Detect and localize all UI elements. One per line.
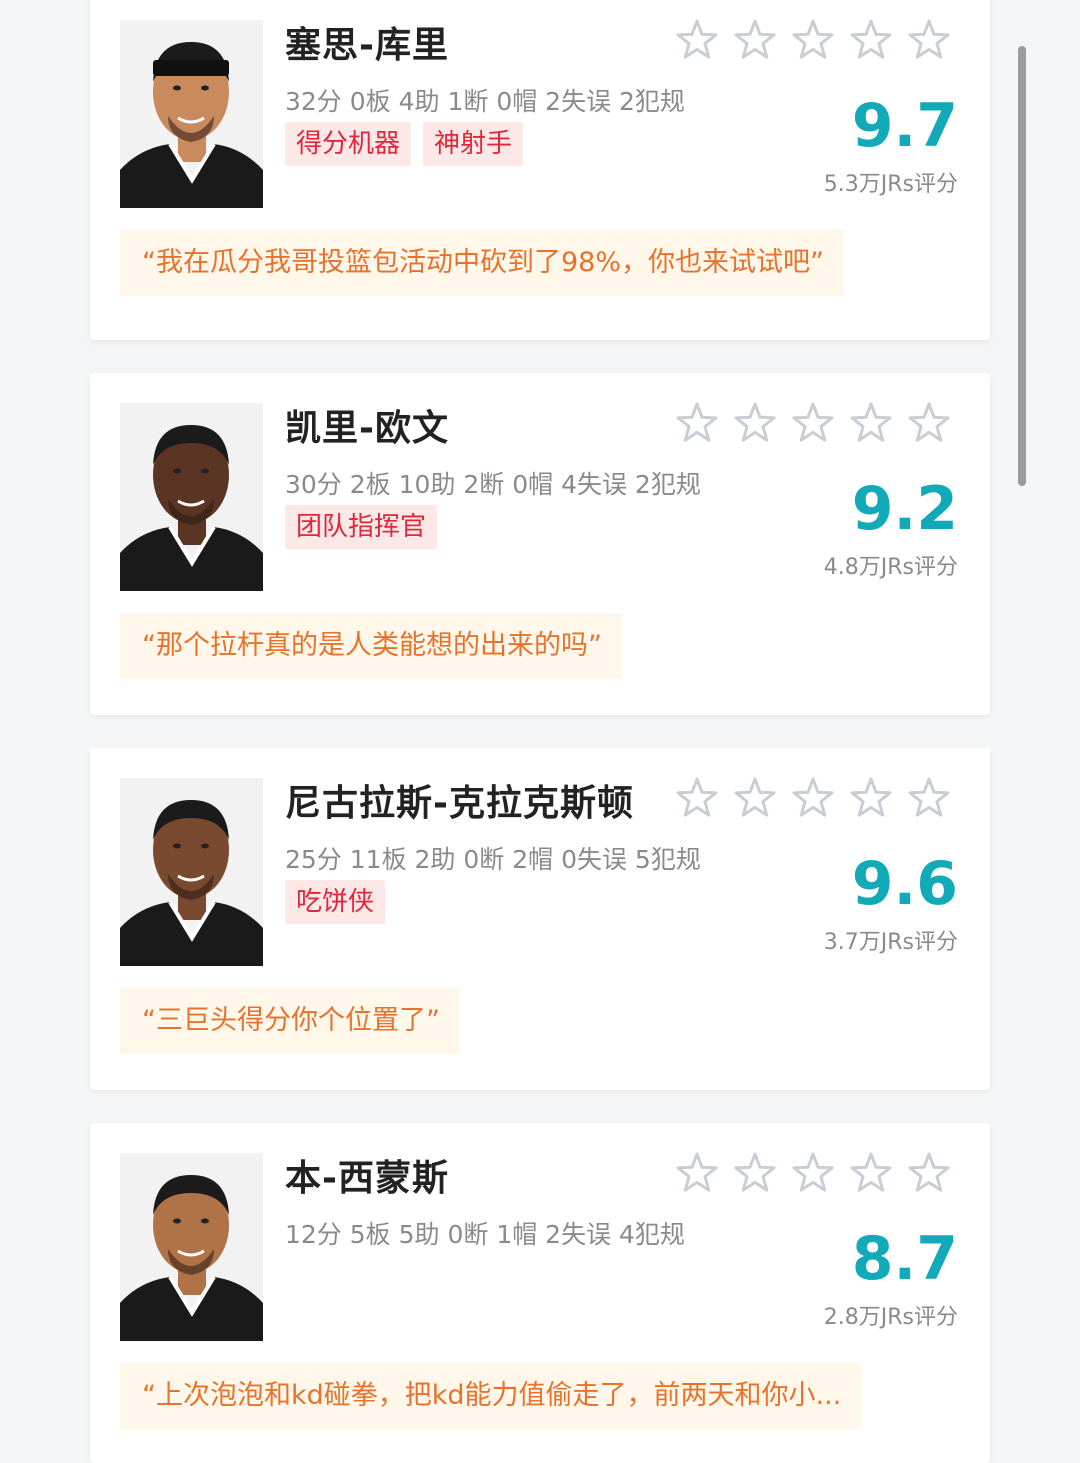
player-rating-list: 塞思-库里 32分 0板 4助 1断 0帽 2失误 2犯规 得分机器 神射手 9… [0, 0, 1080, 1463]
player-score: 9.7 [851, 91, 958, 161]
player-card[interactable]: 尼古拉斯-克拉克斯顿 25分 11板 2助 0断 2帽 0失误 5犯规 吃饼侠 … [90, 748, 990, 1090]
player-photo-icon [120, 20, 263, 208]
player-name: 尼古拉斯-克拉克斯顿 [285, 783, 634, 824]
player-name: 凯里-欧文 [285, 408, 449, 449]
vote-count: 2.8万JRs评分 [823, 1305, 958, 1330]
player-tags: 吃饼侠 [285, 880, 386, 924]
star-icon[interactable] [733, 776, 777, 820]
player-card[interactable]: 凯里-欧文 30分 2板 10助 2断 0帽 4失误 2犯规 团队指挥官 9.2… [90, 373, 990, 715]
player-score: 9.6 [851, 849, 958, 919]
player-avatar [120, 403, 263, 591]
star-icon[interactable] [907, 776, 951, 820]
player-stats: 12分 5板 5助 0断 1帽 2失误 4犯规 [285, 1220, 685, 1249]
star-icon[interactable] [791, 401, 835, 445]
star-icon[interactable] [907, 18, 951, 62]
player-card[interactable]: 本-西蒙斯 12分 5板 5助 0断 1帽 2失误 4犯规 8.7 2.8万JR… [90, 1123, 990, 1463]
player-score: 9.2 [851, 474, 958, 544]
player-avatar [120, 20, 263, 208]
player-stats: 25分 11板 2助 0断 2帽 0失误 5犯规 [285, 845, 701, 874]
star-icon[interactable] [791, 776, 835, 820]
player-comment[interactable]: “那个拉杆真的是人类能想的出来的吗” [120, 613, 622, 679]
star-icon[interactable] [675, 1151, 719, 1195]
player-avatar [120, 778, 263, 966]
star-rating[interactable] [675, 776, 951, 820]
star-icon[interactable] [733, 18, 777, 62]
player-photo-icon [120, 403, 263, 591]
player-comment[interactable]: “我在瓜分我哥投篮包活动中砍到了98%，你也来试试吧” [120, 230, 844, 296]
player-tag: 团队指挥官 [285, 505, 438, 549]
player-stats: 30分 2板 10助 2断 0帽 4失误 2犯规 [285, 470, 701, 499]
player-tag: 吃饼侠 [285, 880, 386, 924]
star-icon[interactable] [849, 18, 893, 62]
player-comment[interactable]: “三巨头得分你个位置了” [120, 988, 460, 1054]
scrollbar-thumb[interactable] [1018, 46, 1026, 486]
star-icon[interactable] [907, 401, 951, 445]
star-icon[interactable] [675, 18, 719, 62]
star-rating[interactable] [675, 18, 951, 62]
player-name: 塞思-库里 [285, 25, 449, 66]
player-card[interactable]: 塞思-库里 32分 0板 4助 1断 0帽 2失误 2犯规 得分机器 神射手 9… [90, 0, 990, 340]
vote-count: 3.7万JRs评分 [823, 930, 958, 955]
star-icon[interactable] [791, 1151, 835, 1195]
star-icon[interactable] [675, 776, 719, 820]
player-tags: 得分机器 神射手 [285, 122, 524, 166]
player-photo-icon [120, 778, 263, 966]
star-rating[interactable] [675, 401, 951, 445]
star-icon[interactable] [733, 1151, 777, 1195]
star-icon[interactable] [791, 18, 835, 62]
vote-count: 4.8万JRs评分 [823, 555, 958, 580]
player-comment[interactable]: “上次泡泡和kd碰拳，把kd能力值偷走了，前两天和你小... [120, 1363, 862, 1429]
vote-count: 5.3万JRs评分 [823, 172, 958, 197]
star-icon[interactable] [733, 401, 777, 445]
player-avatar [120, 1153, 263, 1341]
player-photo-icon [120, 1153, 263, 1341]
player-stats: 32分 0板 4助 1断 0帽 2失误 2犯规 [285, 87, 685, 116]
player-score: 8.7 [851, 1224, 958, 1294]
star-icon[interactable] [849, 776, 893, 820]
player-tag: 神射手 [423, 122, 524, 166]
star-icon[interactable] [907, 1151, 951, 1195]
player-tag: 得分机器 [285, 122, 412, 166]
star-icon[interactable] [849, 401, 893, 445]
star-icon[interactable] [675, 401, 719, 445]
player-name: 本-西蒙斯 [285, 1158, 449, 1199]
player-tags: 团队指挥官 [285, 505, 438, 549]
star-icon[interactable] [849, 1151, 893, 1195]
star-rating[interactable] [675, 1151, 951, 1195]
